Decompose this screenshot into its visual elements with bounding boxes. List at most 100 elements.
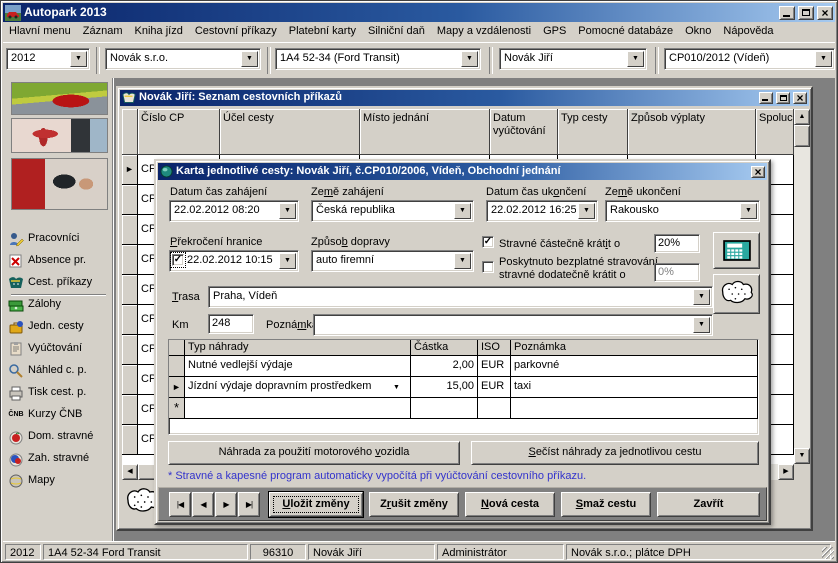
- chevron-down-icon[interactable]: [461, 51, 478, 67]
- grid-header-typ-nahrady[interactable]: Typ náhrady: [185, 340, 411, 356]
- delete-trip-button[interactable]: Smaž cestu: [561, 492, 651, 517]
- sidebar-item-mapy[interactable]: Mapy: [8, 471, 112, 491]
- chevron-down-icon[interactable]: [241, 51, 258, 67]
- cell-iso[interactable]: EUR: [478, 377, 511, 398]
- menu-napoveda[interactable]: Nápověda: [717, 23, 779, 40]
- cell-castka[interactable]: 15,00: [411, 377, 478, 398]
- chevron-down-icon[interactable]: [70, 51, 87, 67]
- first-record-icon[interactable]: |◀: [169, 492, 191, 517]
- meal-partial-checkbox[interactable]: ✓: [482, 236, 494, 248]
- main-titlebar[interactable]: Autopark 2013: [3, 3, 835, 22]
- list-header-datum-vyuctovani[interactable]: Datum vyúčtování: [490, 109, 558, 155]
- resize-grip[interactable]: [822, 547, 834, 559]
- dialog-titlebar[interactable]: Karta jednotlivé cesty: Novák Jiří, č.CP…: [158, 163, 767, 180]
- chevron-down-icon[interactable]: [627, 51, 644, 67]
- chevron-down-icon[interactable]: [578, 203, 595, 219]
- table-row-current[interactable]: ► Jízdní výdaje dopravním prostředkem 15…: [169, 377, 758, 398]
- menu-pomocne-databaze[interactable]: Pomocné databáze: [572, 23, 679, 40]
- border-cross-select[interactable]: ✓ 22.02.2012 10:15: [169, 250, 299, 272]
- chevron-down-icon[interactable]: [454, 203, 471, 219]
- list-header-typ-cesty[interactable]: Typ cesty: [558, 109, 628, 155]
- table-row-new[interactable]: *: [169, 398, 758, 419]
- list-window-titlebar[interactable]: Novák Jiří: Seznam cestovních příkazů: [120, 90, 809, 106]
- calculator-button[interactable]: [713, 232, 760, 269]
- menu-zaznam[interactable]: Záznam: [77, 23, 129, 40]
- driver-select[interactable]: Novák Jiří: [499, 48, 647, 70]
- cell-poznamka[interactable]: taxi: [511, 377, 758, 398]
- sidebar-item-cest-prikazy[interactable]: Cest. příkazy: [8, 273, 112, 293]
- sidebar-item-nahled[interactable]: Náhled c. p.: [8, 361, 112, 381]
- year-select[interactable]: 2012: [6, 48, 90, 70]
- cell-typ[interactable]: Nutné vedlejší výdaje: [185, 356, 411, 377]
- chevron-down-icon[interactable]: [815, 51, 832, 67]
- save-button[interactable]: Uložit změny: [269, 492, 363, 517]
- menu-kniha-jizd[interactable]: Kniha jízd: [129, 23, 189, 40]
- route-select[interactable]: Praha, Vídeň: [208, 286, 713, 308]
- close-icon[interactable]: [793, 92, 807, 104]
- table-row[interactable]: Nutné vedlejší výdaje 2,00 EUR parkovné: [169, 356, 758, 377]
- menu-platebni-karty[interactable]: Platební karty: [283, 23, 362, 40]
- scroll-down-icon[interactable]: [794, 448, 810, 464]
- maximize-icon[interactable]: [798, 6, 814, 20]
- maximize-icon[interactable]: [776, 92, 790, 104]
- sidebar-item-absence[interactable]: Absence pr.: [8, 251, 112, 271]
- grid-header-castka[interactable]: Částka: [411, 340, 478, 356]
- cell-poznamka[interactable]: parkovné: [511, 356, 758, 377]
- menu-hlavni-menu[interactable]: Hlavní menu: [3, 23, 77, 40]
- close-icon[interactable]: [817, 6, 833, 20]
- list-header-cislo-cp[interactable]: Číslo CP: [138, 109, 220, 155]
- meal-free-percent-field[interactable]: 0%: [654, 263, 700, 282]
- scroll-up-icon[interactable]: [794, 109, 810, 125]
- minimize-icon[interactable]: [759, 92, 773, 104]
- scroll-right-icon[interactable]: [778, 464, 794, 480]
- sidebar-item-zah-stravne[interactable]: Zah. stravné: [8, 449, 112, 469]
- menu-silnicni-dan[interactable]: Silniční daň: [362, 23, 431, 40]
- meal-free-checkbox[interactable]: [482, 261, 494, 273]
- sidebar-item-kurzy-cnb[interactable]: ČNB Kurzy ČNB: [8, 405, 112, 425]
- sidebar-item-jedn-cesty[interactable]: Jedn. cesty: [8, 317, 112, 337]
- scroll-left-icon[interactable]: [122, 464, 138, 480]
- menu-mapy-a-vzdalenosti[interactable]: Mapy a vzdálenosti: [431, 23, 537, 40]
- cell-castka[interactable]: 2,00: [411, 356, 478, 377]
- menu-gps[interactable]: GPS: [537, 23, 572, 40]
- km-field[interactable]: 248: [208, 314, 254, 334]
- list-header-spolucestujici[interactable]: Spolucestující: [756, 109, 794, 155]
- list-header-zpusob-vyplaty[interactable]: Způsob výplaty: [628, 109, 756, 155]
- vehicle-select[interactable]: 1A4 52-34 (Ford Transit): [275, 48, 481, 70]
- border-cross-checkbox[interactable]: ✓: [172, 254, 184, 266]
- cancel-button[interactable]: Zrušit změny: [369, 492, 459, 517]
- chevron-down-icon[interactable]: [393, 380, 409, 395]
- chevron-down-icon[interactable]: [279, 253, 296, 269]
- last-record-icon[interactable]: ▶|: [238, 492, 260, 517]
- end-datetime-select[interactable]: 22.02.2012 16:25: [486, 200, 598, 222]
- cell-iso[interactable]: EUR: [478, 356, 511, 377]
- sum-compensation-button[interactable]: Sečíst náhrady za jednotlivou cestu: [471, 441, 759, 465]
- transport-select[interactable]: auto firemní: [311, 250, 474, 272]
- chevron-down-icon[interactable]: [279, 203, 296, 219]
- trip-select[interactable]: CP010/2012 (Vídeň): [664, 48, 835, 70]
- list-header-ucel-cesty[interactable]: Účel cesty: [220, 109, 360, 155]
- route-map-button[interactable]: [713, 274, 760, 314]
- grid-header-poznamka[interactable]: Poznámka: [511, 340, 758, 356]
- previous-record-icon[interactable]: ◀: [192, 492, 214, 517]
- company-select[interactable]: Novák s.r.o.: [105, 48, 261, 70]
- vehicle-compensation-button[interactable]: Náhrada za použití motorového vozidla: [168, 441, 460, 465]
- start-country-select[interactable]: Česká republika: [311, 200, 474, 222]
- sidebar-item-zalohy[interactable]: Zálohy: [8, 295, 112, 315]
- close-button[interactable]: Zavřít: [657, 492, 760, 517]
- sidebar-item-dom-stravne[interactable]: Dom. stravné: [8, 427, 112, 447]
- end-country-select[interactable]: Rakousko: [605, 200, 760, 222]
- vertical-scrollbar[interactable]: [794, 109, 810, 464]
- meal-partial-percent-field[interactable]: 20%: [654, 234, 700, 253]
- note-field-select[interactable]: [313, 314, 713, 336]
- chevron-down-icon[interactable]: [693, 289, 710, 305]
- menu-okno[interactable]: Okno: [679, 23, 717, 40]
- chevron-down-icon[interactable]: [454, 253, 471, 269]
- grid-header-iso[interactable]: ISO: [478, 340, 511, 356]
- new-trip-button[interactable]: Nová cesta: [465, 492, 555, 517]
- menu-cestovni-prikazy[interactable]: Cestovní příkazy: [189, 23, 283, 40]
- cell-typ-combo[interactable]: Jízdní výdaje dopravním prostředkem: [185, 377, 411, 398]
- chevron-down-icon[interactable]: [740, 203, 757, 219]
- chevron-down-icon[interactable]: [693, 317, 710, 333]
- next-record-icon[interactable]: ▶: [215, 492, 237, 517]
